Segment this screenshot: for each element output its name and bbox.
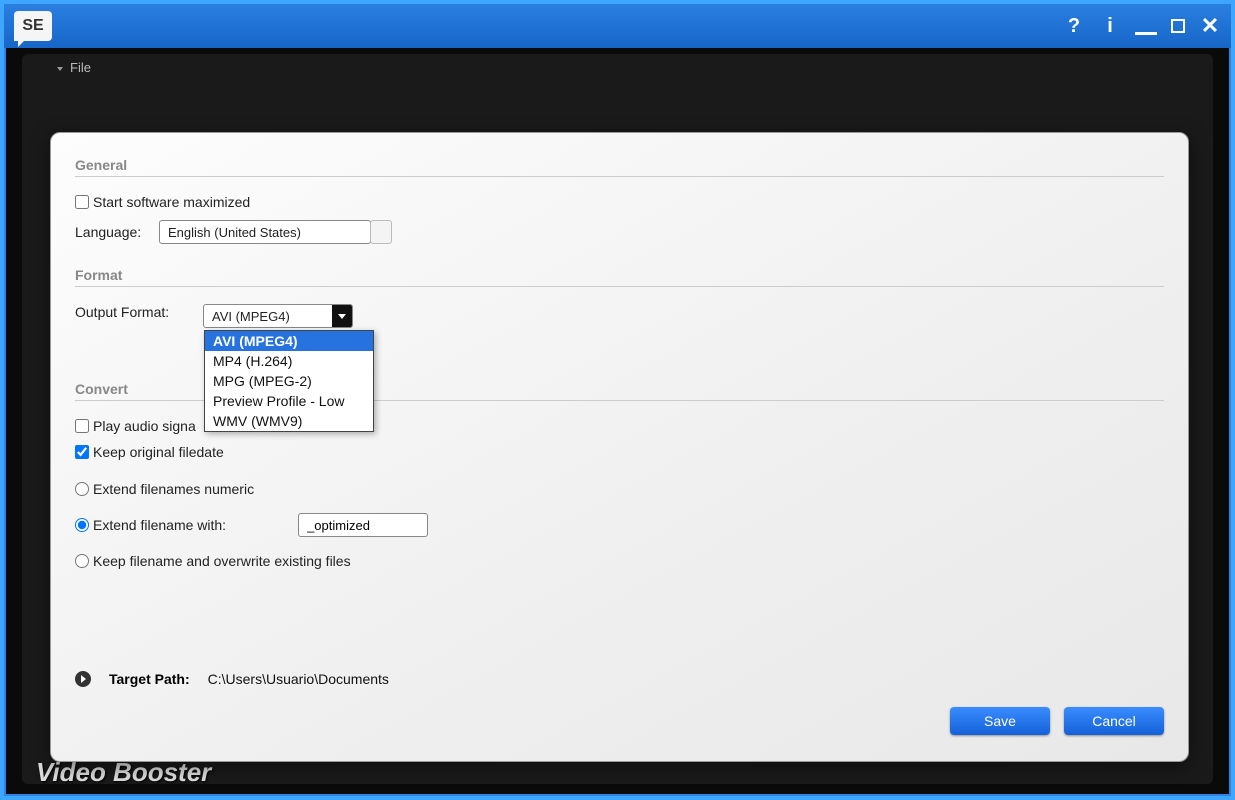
keep-overwrite-row[interactable]: Keep filename and overwrite existing fil…: [75, 553, 351, 569]
extend-with-radio[interactable]: [75, 518, 89, 532]
extend-with-label: Extend filename with:: [93, 517, 226, 533]
app-body: File Video Booster General Start softwar…: [4, 48, 1231, 796]
keep-overwrite-label: Keep filename and overwrite existing fil…: [93, 553, 351, 569]
format-option[interactable]: AVI (MPEG4): [205, 331, 373, 351]
start-maximized-row[interactable]: Start software maximized: [75, 194, 250, 210]
section-general-title: General: [75, 157, 1164, 177]
keep-filedate-label: Keep original filedate: [93, 444, 224, 460]
output-format-dropdown: AVI (MPEG4) MP4 (H.264) MPG (MPEG-2) Pre…: [204, 330, 374, 432]
extend-numeric-row[interactable]: Extend filenames numeric: [75, 481, 254, 497]
language-label: Language:: [75, 224, 159, 240]
chevron-down-icon[interactable]: [332, 305, 352, 327]
window-controls: ? i ✕: [1063, 15, 1221, 37]
output-format-label: Output Format:: [75, 304, 203, 320]
play-audio-label: Play audio signa: [93, 418, 196, 434]
keep-overwrite-radio[interactable]: [75, 554, 89, 568]
maximize-button[interactable]: [1171, 19, 1185, 33]
info-button[interactable]: i: [1099, 15, 1121, 37]
play-audio-checkbox[interactable]: [75, 419, 89, 433]
dialog-button-row: Save Cancel: [75, 707, 1164, 743]
output-format-select[interactable]: AVI (MPEG4) AVI (MPEG4) MP4 (H.264) MPG …: [203, 304, 353, 328]
format-option[interactable]: MP4 (H.264): [205, 351, 373, 371]
save-button[interactable]: Save: [950, 707, 1050, 735]
close-button[interactable]: ✕: [1199, 15, 1221, 37]
output-format-value: AVI (MPEG4): [212, 309, 290, 324]
help-button[interactable]: ?: [1063, 15, 1085, 37]
start-maximized-label: Start software maximized: [93, 194, 250, 210]
keep-filedate-row[interactable]: Keep original filedate: [75, 444, 224, 460]
cancel-button[interactable]: Cancel: [1064, 707, 1164, 735]
language-select-value: English (United States): [168, 225, 301, 240]
format-option[interactable]: MPG (MPEG-2): [205, 371, 373, 391]
arrow-right-icon[interactable]: [75, 671, 91, 687]
chevron-down-icon[interactable]: [370, 220, 392, 244]
keep-filedate-checkbox[interactable]: [75, 445, 89, 459]
play-audio-row[interactable]: Play audio signa: [75, 418, 196, 434]
extend-numeric-radio[interactable]: [75, 482, 89, 496]
extend-with-row[interactable]: Extend filename with:: [75, 517, 226, 533]
file-menu[interactable]: File: [22, 54, 1213, 81]
target-path-label: Target Path:: [109, 671, 190, 687]
start-maximized-checkbox[interactable]: [75, 195, 89, 209]
titlebar: SE ? i ✕: [4, 4, 1231, 48]
app-window: SE ? i ✕ File Video Booster General Star…: [0, 0, 1235, 800]
target-path-row: Target Path: C:\Users\Usuario\Documents: [75, 671, 1164, 707]
settings-dialog: General Start software maximized Languag…: [50, 132, 1189, 762]
target-path-value: C:\Users\Usuario\Documents: [208, 671, 389, 687]
language-select[interactable]: English (United States): [159, 220, 371, 244]
format-option[interactable]: Preview Profile - Low: [205, 391, 373, 411]
extend-with-input[interactable]: [298, 513, 428, 537]
app-logo: SE: [14, 11, 52, 41]
format-option[interactable]: WMV (WMV9): [205, 411, 373, 431]
section-format-title: Format: [75, 267, 1164, 287]
extend-numeric-label: Extend filenames numeric: [93, 481, 254, 497]
minimize-button[interactable]: [1135, 27, 1157, 35]
